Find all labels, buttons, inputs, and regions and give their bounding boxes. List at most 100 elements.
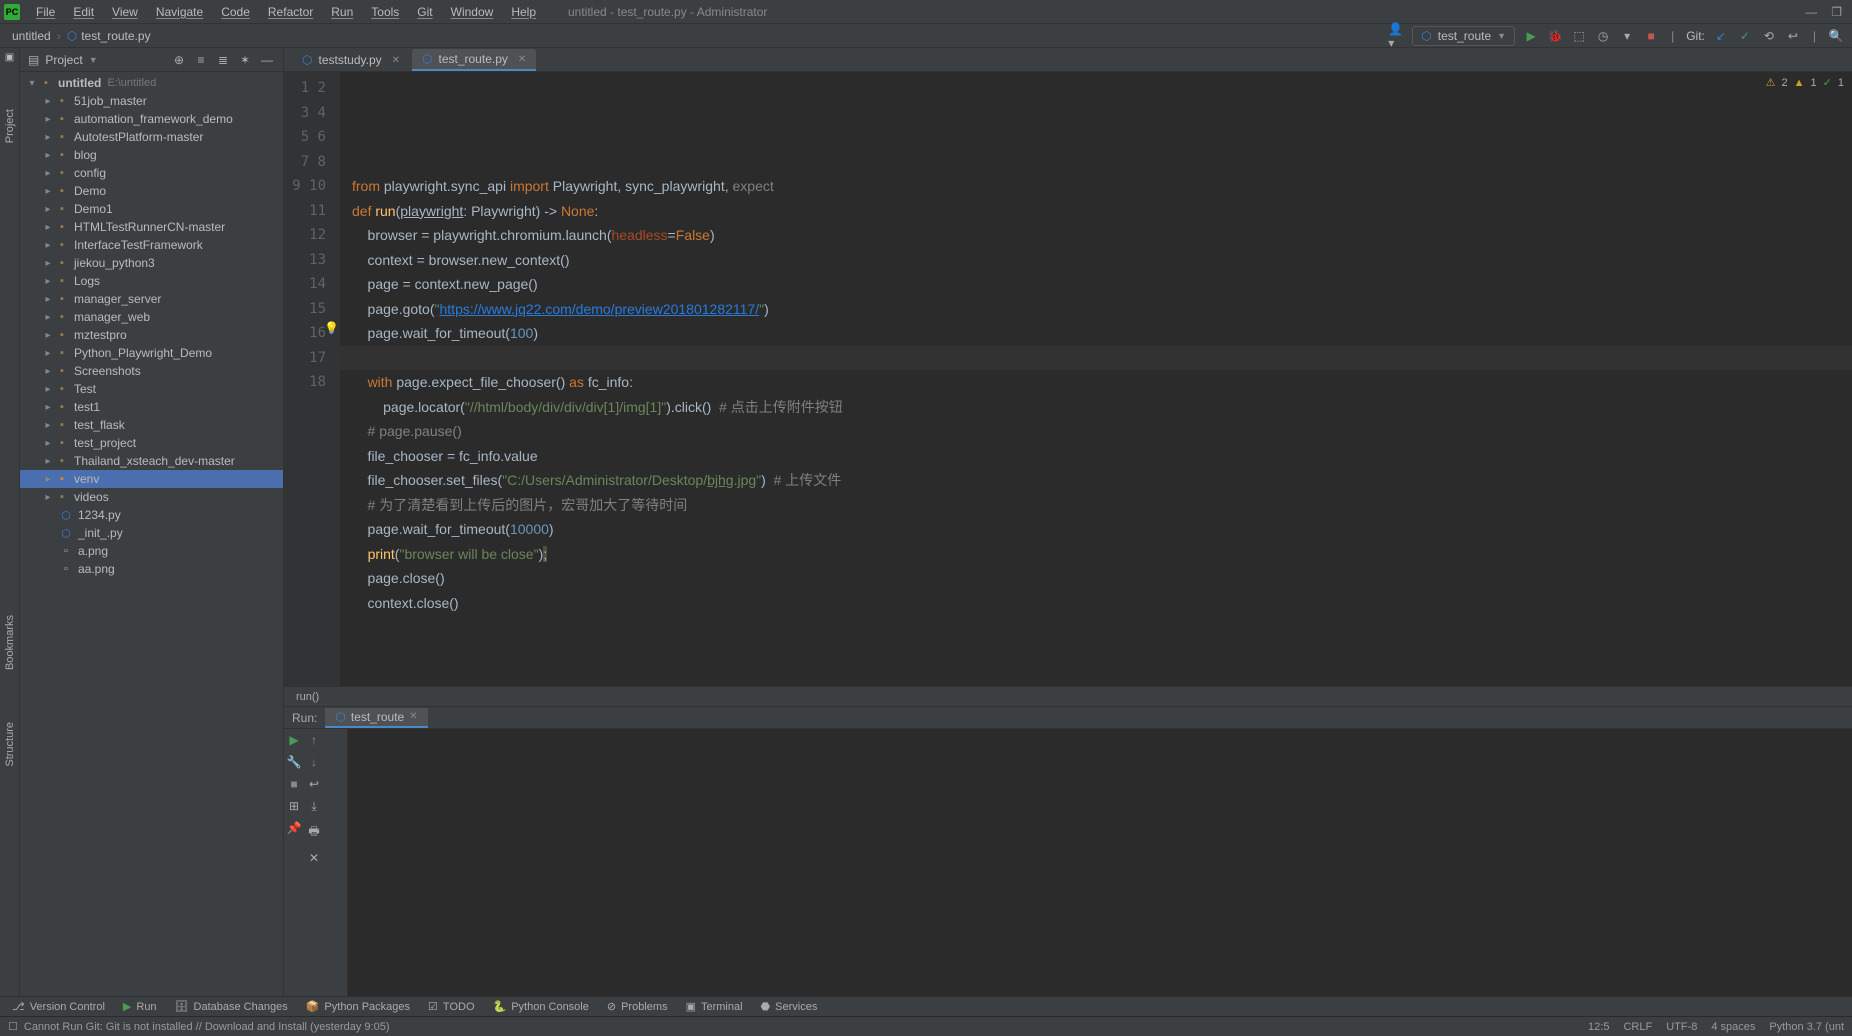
tool-db-changes[interactable]: 🗄Database Changes (175, 1000, 288, 1013)
run-tab[interactable]: ⬡ test_route ✕ (325, 708, 427, 728)
tool-version-control[interactable]: ⎇Version Control (12, 1000, 105, 1013)
menu-run[interactable]: Run (323, 2, 361, 22)
hide-icon[interactable]: — (259, 53, 275, 67)
git-history-icon[interactable]: ⟲ (1761, 28, 1777, 44)
tree-folder[interactable]: ▸▪jiekou_python3 (20, 254, 283, 272)
tree-folder[interactable]: ▸▪Logs (20, 272, 283, 290)
menu-help[interactable]: Help (503, 2, 544, 22)
code-editor[interactable]: 1 2 3 4 5 6 7 8 9 10 11 12 13 14 15 16 1… (284, 72, 1852, 686)
tree-file[interactable]: ⬡1234.py (20, 506, 283, 524)
git-commit-icon[interactable]: ✓ (1737, 28, 1753, 44)
intention-bulb-icon[interactable]: 💡 (324, 321, 339, 335)
chevron-down-icon[interactable]: ▼ (89, 55, 98, 65)
more-run-icon[interactable]: ▾ (1619, 28, 1635, 44)
menu-navigate[interactable]: Navigate (148, 2, 211, 22)
tree-folder[interactable]: ▸▪config (20, 164, 283, 182)
search-everywhere-icon[interactable]: 🔍 (1828, 28, 1844, 44)
breadcrumb-file[interactable]: ⬡ test_route.py (63, 29, 155, 43)
soft-wrap-icon[interactable]: ↩ (309, 777, 319, 791)
tree-folder[interactable]: ▸▪Screenshots (20, 362, 283, 380)
tree-folder[interactable]: ▸▪Thailand_xsteach_dev-master (20, 452, 283, 470)
tree-folder[interactable]: ▸▪manager_server (20, 290, 283, 308)
tree-videos[interactable]: ▸▪ videos (20, 488, 283, 506)
tool-run[interactable]: ▶Run (123, 1000, 157, 1013)
tree-file[interactable]: ▫a.png (20, 542, 283, 560)
rail-structure[interactable]: Structure (4, 716, 16, 773)
modify-run-icon[interactable]: 🔧 (287, 755, 302, 769)
tree-file[interactable]: ⬡_init_.py (20, 524, 283, 542)
run-console-output[interactable] (348, 729, 1852, 996)
inspections-widget[interactable]: ⚠2 ▲1 ✓1 (1766, 76, 1844, 89)
tool-problems[interactable]: ⊘Problems (607, 1000, 668, 1013)
run-configuration-selector[interactable]: ⬡ test_route ▼ (1412, 26, 1515, 46)
collapse-all-icon[interactable]: ≣ (215, 53, 231, 67)
stop-icon[interactable]: ■ (290, 777, 297, 791)
scroll-to-end-icon[interactable]: ⤓ (311, 799, 316, 814)
menu-file[interactable]: File (28, 2, 63, 22)
project-tool-icon[interactable]: ▣ (5, 52, 14, 63)
tree-folder[interactable]: ▸▪test1 (20, 398, 283, 416)
run-button-icon[interactable]: ▶ (1523, 28, 1539, 44)
tool-todo[interactable]: ☑TODO (428, 1000, 474, 1013)
status-indent[interactable]: 4 spaces (1711, 1021, 1755, 1033)
tree-file[interactable]: ▫aa.png (20, 560, 283, 578)
user-icon[interactable]: 👤▾ (1388, 28, 1404, 44)
tab-teststudy[interactable]: ⬡ teststudy.py ✕ (292, 49, 410, 71)
code-area[interactable]: from playwright.sync_api import Playwrig… (340, 72, 1852, 686)
tool-python-packages[interactable]: 📦Python Packages (306, 1000, 410, 1013)
status-message[interactable]: Cannot Run Git: Git is not installed // … (24, 1021, 390, 1033)
rail-project[interactable]: Project (4, 103, 16, 149)
code-breadcrumb[interactable]: run() (296, 691, 319, 703)
rerun-icon[interactable]: ▶ (289, 733, 298, 747)
tab-test-route[interactable]: ⬡ test_route.py ✕ (412, 49, 536, 71)
breadcrumb-root[interactable]: untitled (8, 29, 55, 43)
rail-bookmarks[interactable]: Bookmarks (4, 609, 16, 676)
tree-root[interactable]: ▾▪ untitled E:\untitled (20, 74, 283, 92)
tree-folder[interactable]: ▸▪Demo1 (20, 200, 283, 218)
settings-icon[interactable]: ✶ (237, 53, 253, 67)
status-tips-icon[interactable]: ☐ (8, 1020, 18, 1033)
clear-icon[interactable]: ✕ (309, 851, 319, 865)
close-icon[interactable]: ✕ (392, 55, 400, 66)
tree-folder[interactable]: ▸▪automation_framework_demo (20, 110, 283, 128)
stop-icon[interactable]: ■ (1643, 28, 1659, 44)
expand-all-icon[interactable]: ≡ (193, 53, 209, 67)
status-encoding[interactable]: UTF-8 (1666, 1021, 1697, 1033)
tree-folder[interactable]: ▸▪test_project (20, 434, 283, 452)
breadcrumbs-bar[interactable]: run() (284, 686, 1852, 706)
menu-edit[interactable]: Edit (65, 2, 102, 22)
tree-folder[interactable]: ▸▪blog (20, 146, 283, 164)
menu-view[interactable]: View (104, 2, 146, 22)
coverage-icon[interactable]: ⬚ (1571, 28, 1587, 44)
tree-folder[interactable]: ▸▪Demo (20, 182, 283, 200)
project-panel-title[interactable]: Project (45, 53, 82, 67)
pin-icon[interactable]: 📌 (287, 821, 302, 835)
up-icon[interactable]: ↑ (311, 733, 317, 747)
layout-icon[interactable]: ⊞ (289, 799, 299, 813)
tree-folder[interactable]: ▸▪AutotestPlatform-master (20, 128, 283, 146)
project-tree[interactable]: ▾▪ untitled E:\untitled ▸▪51job_master▸▪… (20, 72, 283, 996)
tree-folder[interactable]: ▸▪InterfaceTestFramework (20, 236, 283, 254)
status-caret-position[interactable]: 12:5 (1588, 1021, 1609, 1033)
git-update-icon[interactable]: ↙ (1713, 28, 1729, 44)
down-icon[interactable]: ↓ (311, 755, 317, 769)
tool-terminal[interactable]: ▣Terminal (686, 1000, 743, 1013)
git-rollback-icon[interactable]: ↩ (1785, 28, 1801, 44)
tool-services[interactable]: ⬣Services (761, 1000, 818, 1013)
menu-tools[interactable]: Tools (363, 2, 407, 22)
tool-python-console[interactable]: 🐍Python Console (493, 1000, 589, 1013)
print-icon[interactable]: 🖶 (308, 822, 319, 843)
menu-refactor[interactable]: Refactor (260, 2, 321, 22)
tree-folder[interactable]: ▸▪mztestpro (20, 326, 283, 344)
close-icon[interactable]: ✕ (409, 711, 417, 722)
status-line-separator[interactable]: CRLF (1623, 1021, 1652, 1033)
menu-git[interactable]: Git (409, 2, 440, 22)
select-opened-file-icon[interactable]: ⊕ (171, 53, 187, 67)
tree-folder[interactable]: ▸▪Test (20, 380, 283, 398)
tree-folder[interactable]: ▸▪51job_master (20, 92, 283, 110)
maximize-icon[interactable]: ❐ (1831, 5, 1842, 19)
status-interpreter[interactable]: Python 3.7 (unt (1769, 1021, 1844, 1033)
tree-folder[interactable]: ▸▪test_flask (20, 416, 283, 434)
menu-code[interactable]: Code (213, 2, 258, 22)
menu-window[interactable]: Window (443, 2, 502, 22)
